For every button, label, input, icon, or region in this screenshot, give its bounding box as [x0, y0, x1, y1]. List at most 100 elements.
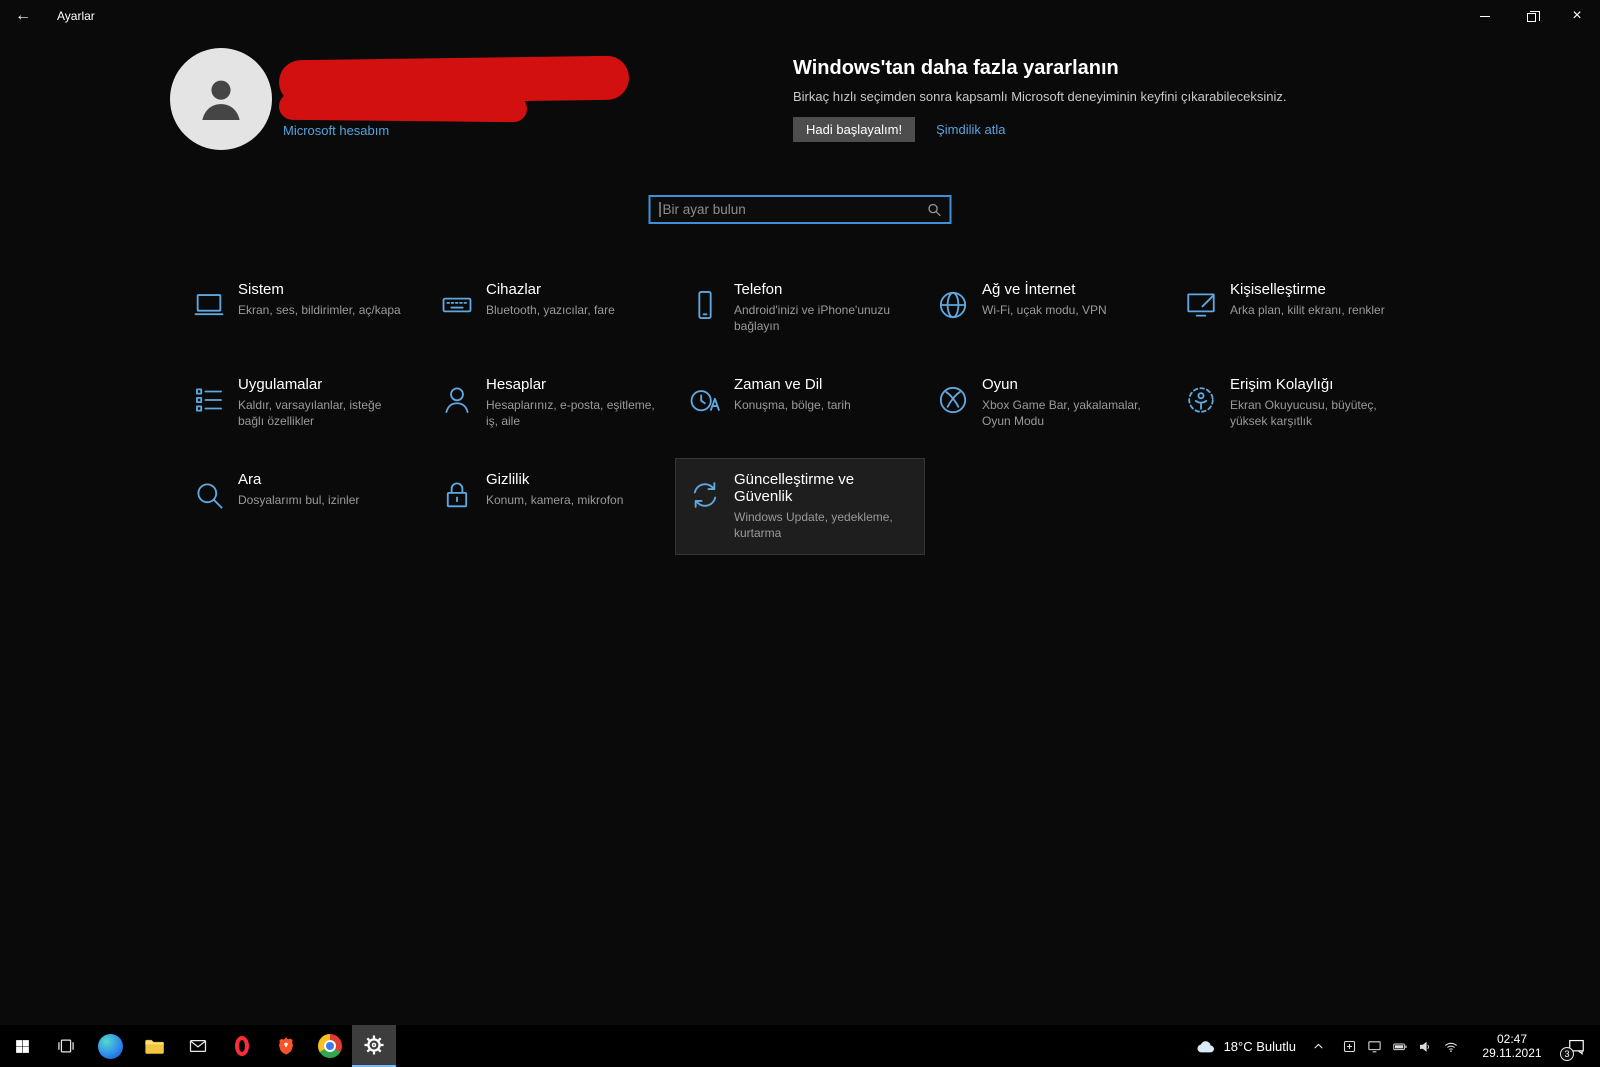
tray-icons: [1337, 1039, 1464, 1054]
battery-icon[interactable]: [1392, 1039, 1408, 1054]
tile-text: AraDosyalarımı bul, izinler: [238, 471, 359, 508]
tile-text: TelefonAndroid'inizi ve iPhone'unuzu bağ…: [734, 281, 904, 334]
tile-ease-of-access[interactable]: Erişim KolaylığıEkran Okuyucusu, büyüteç…: [1172, 364, 1420, 459]
tile-subtitle: Bluetooth, yazıcılar, fare: [486, 302, 615, 318]
settings-search-box[interactable]: [649, 195, 952, 224]
tile-title: Cihazlar: [486, 281, 615, 298]
tile-title: Gizlilik: [486, 471, 623, 488]
tile-text: Zaman ve DilKonuşma, bölge, tarih: [734, 376, 851, 413]
windows-logo-icon: [14, 1038, 31, 1055]
devices-icon: [440, 288, 474, 322]
avatar: [170, 48, 272, 150]
action-center-button[interactable]: 3: [1554, 1025, 1598, 1067]
back-arrow-icon: ←: [15, 7, 31, 25]
task-view-button[interactable]: [44, 1025, 88, 1067]
close-icon: ×: [1572, 8, 1581, 24]
tile-network[interactable]: Ağ ve İnternetWi-Fi, uçak modu, VPN: [924, 269, 1172, 364]
time-language-icon: [688, 383, 722, 417]
network-wifi-icon[interactable]: [1443, 1039, 1459, 1054]
settings-grid: SistemEkran, ses, bildirimler, aç/kapaCi…: [180, 269, 1420, 554]
tile-subtitle: Konum, kamera, mikrofon: [486, 492, 623, 508]
brave-button[interactable]: [264, 1025, 308, 1067]
tile-text: Ağ ve İnternetWi-Fi, uçak modu, VPN: [982, 281, 1107, 318]
tile-subtitle: Ekran, ses, bildirimler, aç/kapa: [238, 302, 401, 318]
ease-of-access-icon: [1184, 383, 1218, 417]
tile-text: Gizlilik Konum, kamera, mikrofon: [486, 471, 623, 508]
promo-subtitle: Birkaç hızlı seçimden sonra kapsamlı Mic…: [793, 89, 1373, 104]
window-title: Ayarlar: [57, 9, 95, 23]
tile-personalization[interactable]: Kişiselleştirme Arka plan, kilit ekranı, …: [1172, 269, 1420, 364]
task-view-icon: [56, 1036, 76, 1056]
chevron-up-icon: [1312, 1040, 1325, 1053]
restore-icon: [1527, 13, 1536, 22]
tile-title: Erişim Kolaylığı: [1230, 376, 1400, 393]
tile-subtitle: Windows Update, yedekleme, kurtarma: [734, 509, 904, 541]
show-hidden-icons-button[interactable]: [1306, 1040, 1331, 1053]
mail-button[interactable]: [176, 1025, 220, 1067]
minimize-button[interactable]: [1462, 0, 1508, 32]
tile-gaming[interactable]: OyunXbox Game Bar, yakalamalar, Oyun Mod…: [924, 364, 1172, 459]
tile-system[interactable]: SistemEkran, ses, bildirimler, aç/kapa: [180, 269, 428, 364]
tile-devices[interactable]: Cihazlar Bluetooth, yazıcılar, fare: [428, 269, 676, 364]
tile-text: OyunXbox Game Bar, yakalamalar, Oyun Mod…: [982, 376, 1152, 429]
browser-app-button[interactable]: [308, 1025, 352, 1067]
tile-subtitle: Android'inizi ve iPhone'unuzu bağlayın: [734, 302, 904, 334]
promo-title: Windows'tan daha fazla yararlanın: [793, 57, 1373, 80]
display-icon: [192, 288, 226, 322]
system-tray: 18°C Bulutlu 02:47 2: [1185, 1025, 1600, 1067]
tile-title: Hesaplar: [486, 376, 656, 393]
promo-actions: Hadi başlayalım! Şimdilik atla: [793, 117, 1373, 142]
settings-taskbar-button[interactable]: [352, 1025, 396, 1067]
edge-browser-icon: [98, 1034, 123, 1059]
file-explorer-icon: [143, 1035, 166, 1058]
window-controls: ×: [1462, 0, 1600, 32]
colorful-browser-icon: [318, 1034, 342, 1058]
tile-privacy[interactable]: Gizlilik Konum, kamera, mikrofon: [428, 459, 676, 554]
weather-widget[interactable]: 18°C Bulutlu: [1185, 1037, 1306, 1055]
clock[interactable]: 02:47 29.11.2021: [1479, 1032, 1545, 1060]
file-explorer-button[interactable]: [132, 1025, 176, 1067]
edge-taskbar-button[interactable]: [88, 1025, 132, 1067]
globe-icon: [936, 288, 970, 322]
tile-text: UygulamalarKaldır, varsayılanlar, isteğe…: [238, 376, 408, 429]
volume-icon[interactable]: [1418, 1039, 1433, 1054]
personalization-icon: [1184, 288, 1218, 322]
microsoft-account-link[interactable]: Microsoft hesabım: [283, 123, 389, 138]
opera-button[interactable]: [220, 1025, 264, 1067]
opera-browser-icon: [235, 1036, 249, 1056]
accounts-icon: [440, 383, 474, 417]
notification-badge: 3: [1560, 1047, 1574, 1061]
tile-accounts[interactable]: Hesaplar Hesaplarınız, e-posta, eşitleme,…: [428, 364, 676, 459]
update-icon: [688, 478, 722, 512]
brave-browser-icon: [275, 1035, 297, 1057]
search-input[interactable]: [661, 202, 927, 217]
search-icon: [927, 202, 942, 217]
minimize-icon: [1480, 16, 1490, 17]
time-label: 02:47: [1479, 1032, 1545, 1046]
display-tray-icon[interactable]: [1367, 1039, 1382, 1054]
close-button[interactable]: ×: [1554, 0, 1600, 32]
settings-gear-icon: [363, 1034, 385, 1056]
restore-button[interactable]: [1508, 0, 1554, 32]
tile-subtitle: Konuşma, bölge, tarih: [734, 397, 851, 413]
tile-subtitle: Hesaplarınız, e-posta, eşitleme, iş, ail…: [486, 397, 656, 429]
weather-label: 18°C Bulutlu: [1224, 1039, 1296, 1054]
skip-for-now-link[interactable]: Şimdilik atla: [936, 122, 1005, 137]
tile-title: Oyun: [982, 376, 1152, 393]
start-button[interactable]: [0, 1025, 44, 1067]
tile-subtitle: Dosyalarımı bul, izinler: [238, 492, 359, 508]
tile-subtitle: Kaldır, varsayılanlar, isteğe bağlı özel…: [238, 397, 408, 429]
tile-text: Güncelleştirme ve GüvenlikWindows Update…: [734, 471, 910, 541]
tile-subtitle: Arka plan, kilit ekranı, renkler: [1230, 302, 1385, 318]
tile-search[interactable]: AraDosyalarımı bul, izinler: [180, 459, 428, 554]
tile-title: Kişiselleştirme: [1230, 281, 1385, 298]
tray-app-icon[interactable]: [1342, 1039, 1357, 1054]
cloud-icon: [1195, 1037, 1217, 1055]
tile-update-security[interactable]: Güncelleştirme ve GüvenlikWindows Update…: [676, 459, 924, 554]
tile-phone[interactable]: TelefonAndroid'inizi ve iPhone'unuzu bağ…: [676, 269, 924, 364]
get-started-button[interactable]: Hadi başlayalım!: [793, 117, 915, 142]
tile-apps[interactable]: UygulamalarKaldır, varsayılanlar, isteğe…: [180, 364, 428, 459]
tile-time-language[interactable]: Zaman ve DilKonuşma, bölge, tarih: [676, 364, 924, 459]
back-button[interactable]: ←: [0, 0, 46, 32]
apps-icon: [192, 383, 226, 417]
